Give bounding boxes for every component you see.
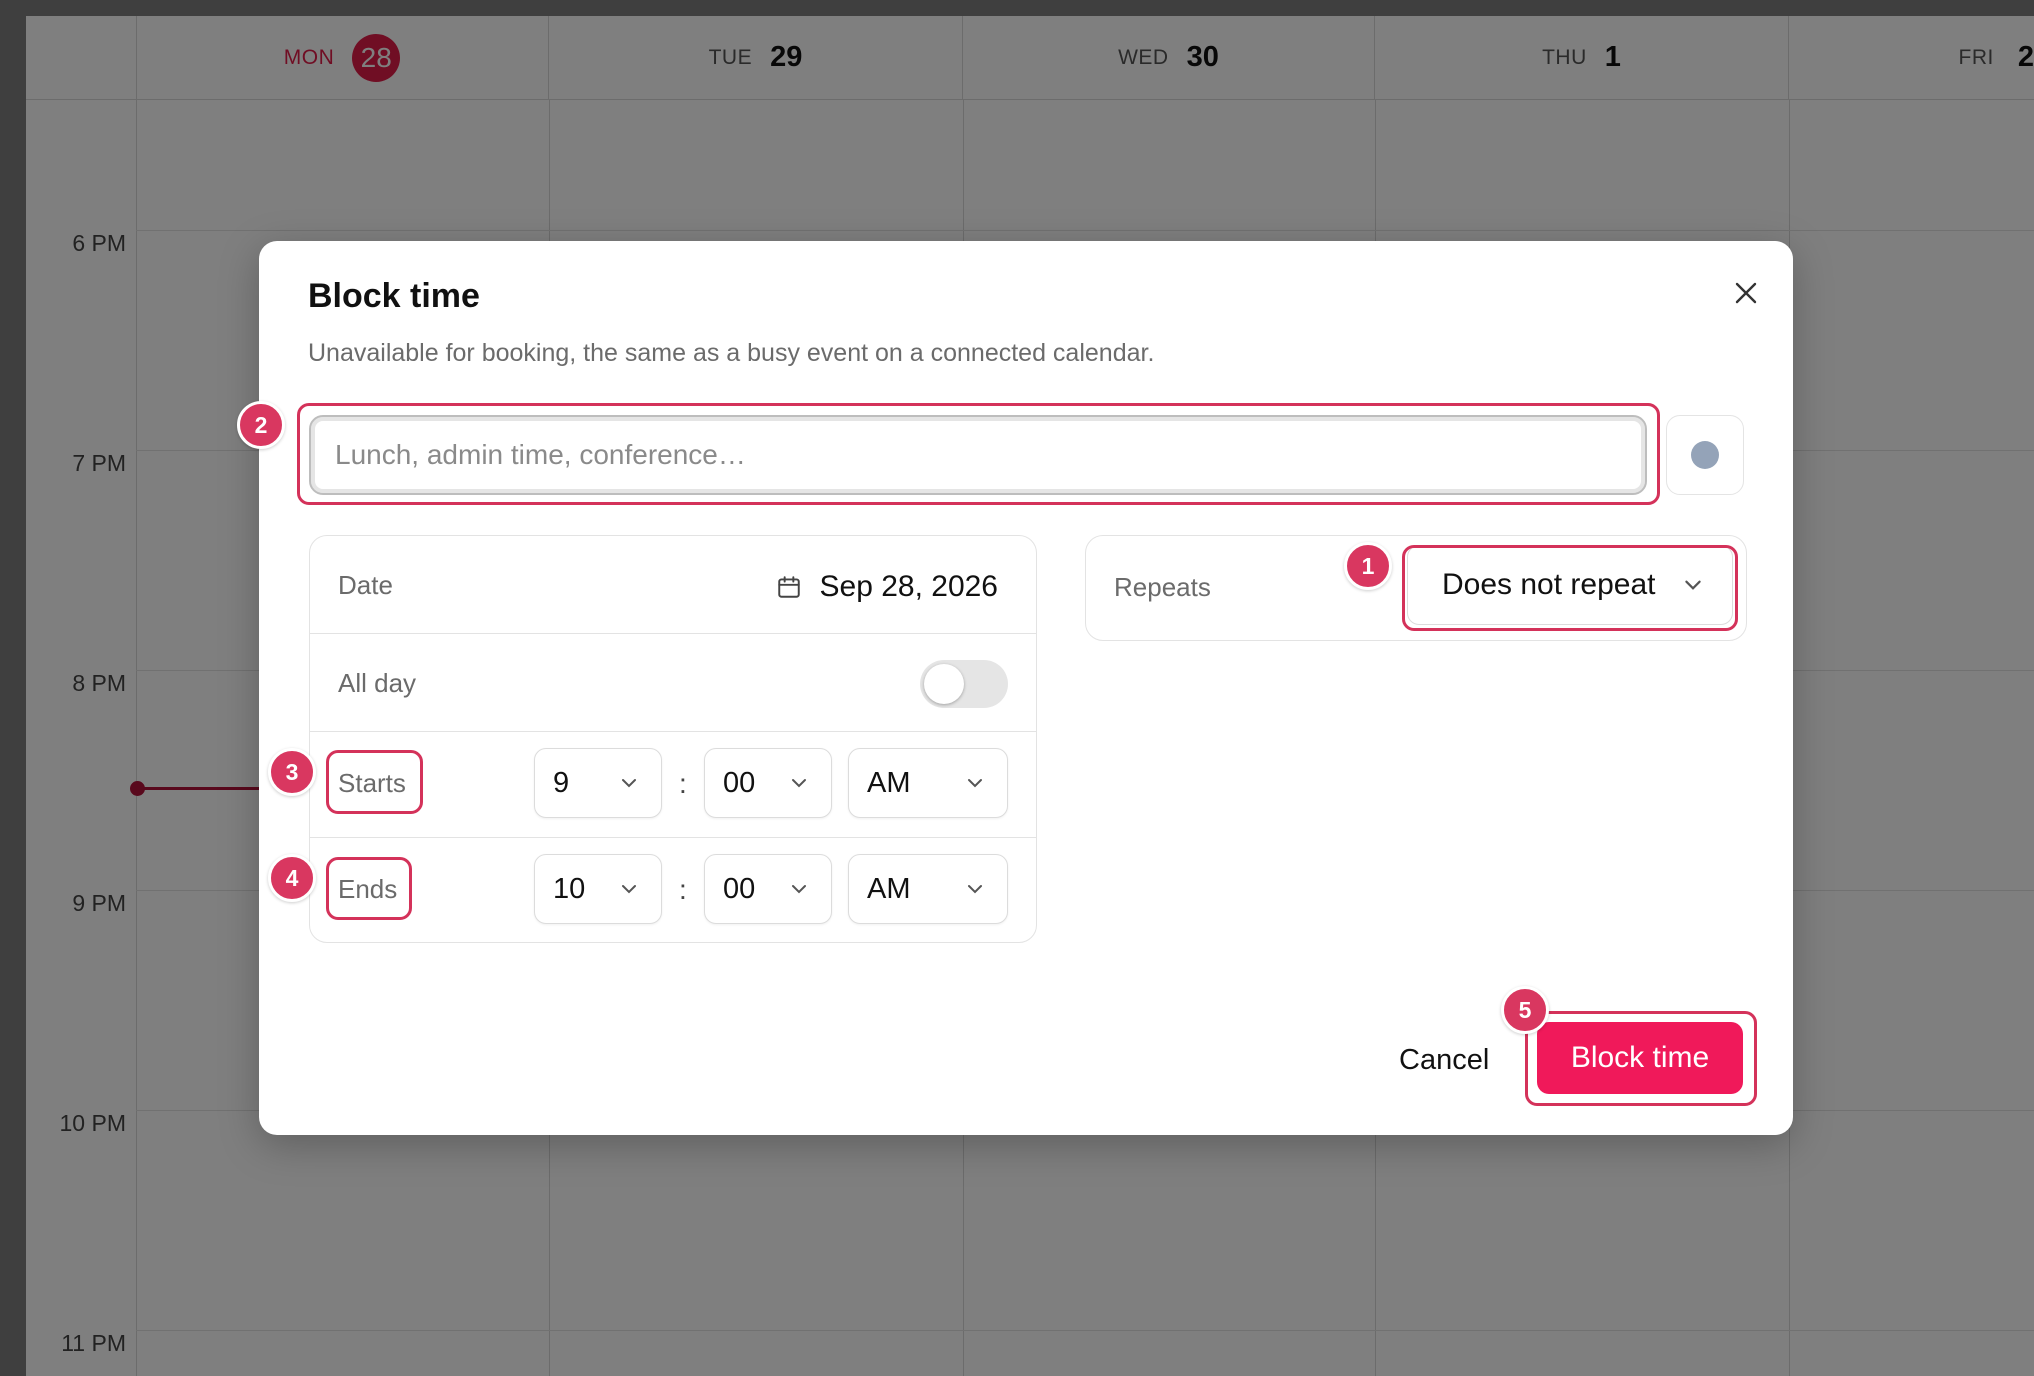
chevron-down-icon <box>622 779 636 788</box>
start-minute-select[interactable]: 00 <box>704 748 832 818</box>
date-picker[interactable]: Sep 28, 2026 <box>776 570 999 604</box>
repeats-value: Does not repeat <box>1442 568 1656 601</box>
close-icon <box>1735 282 1757 304</box>
allday-toggle[interactable] <box>920 660 1008 708</box>
end-minute-select[interactable]: 00 <box>704 854 832 924</box>
chevron-down-icon <box>792 779 806 788</box>
cancel-button[interactable]: Cancel <box>1393 1035 1495 1085</box>
chevron-down-icon <box>968 779 982 788</box>
close-button[interactable] <box>1726 273 1766 313</box>
ends-label: Ends <box>338 874 398 904</box>
toggle-knob <box>924 664 964 704</box>
start-hour-value: 9 <box>553 766 570 799</box>
color-picker-button[interactable] <box>1666 415 1744 495</box>
end-ampm-select[interactable]: AM <box>848 854 1008 924</box>
ends-row: Ends 10 : 00 AM <box>310 838 1036 944</box>
time-separator: : <box>679 768 687 799</box>
annotation-badge-3: 3 <box>268 748 316 796</box>
annotation-badge-5: 5 <box>1501 986 1549 1034</box>
dialog-subtitle: Unavailable for booking, the same as a b… <box>308 339 1155 367</box>
dialog-title: Block time <box>308 277 480 315</box>
annotation-badge-1: 1 <box>1344 542 1392 590</box>
chevron-down-icon <box>792 885 806 894</box>
datetime-card: Date Sep 28, 2026 All day Starts 9 : 00 … <box>309 535 1037 943</box>
chevron-down-icon <box>622 885 636 894</box>
annotation-badge-2: 2 <box>237 401 285 449</box>
annotation-badge-4: 4 <box>268 854 316 902</box>
calendar-icon <box>777 576 800 598</box>
date-row: Date Sep 28, 2026 <box>310 536 1036 634</box>
start-ampm-value: AM <box>867 766 911 799</box>
start-ampm-select[interactable]: AM <box>848 748 1008 818</box>
end-hour-select[interactable]: 10 <box>534 854 662 924</box>
end-minute-value: 00 <box>723 872 756 905</box>
color-swatch <box>1691 441 1719 469</box>
time-separator: : <box>679 874 687 905</box>
allday-row: All day <box>310 634 1036 732</box>
block-time-button[interactable]: Block time <box>1537 1022 1743 1094</box>
start-hour-select[interactable]: 9 <box>534 748 662 818</box>
date-label: Date <box>338 570 393 600</box>
end-hour-value: 10 <box>553 872 586 905</box>
start-minute-value: 00 <box>723 766 756 799</box>
block-time-dialog: Block time Unavailable for booking, the … <box>259 241 1793 1135</box>
repeats-label: Repeats <box>1114 572 1211 602</box>
chevron-down-icon <box>1685 580 1701 590</box>
chevron-down-icon <box>968 885 982 894</box>
allday-label: All day <box>338 668 417 698</box>
end-ampm-value: AM <box>867 872 911 905</box>
date-value: Sep 28, 2026 <box>819 570 999 603</box>
repeats-select[interactable]: Does not repeat <box>1407 545 1733 625</box>
block-title-input[interactable] <box>309 415 1647 495</box>
starts-row: Starts 9 : 00 AM <box>310 732 1036 838</box>
starts-label: Starts <box>338 768 406 798</box>
